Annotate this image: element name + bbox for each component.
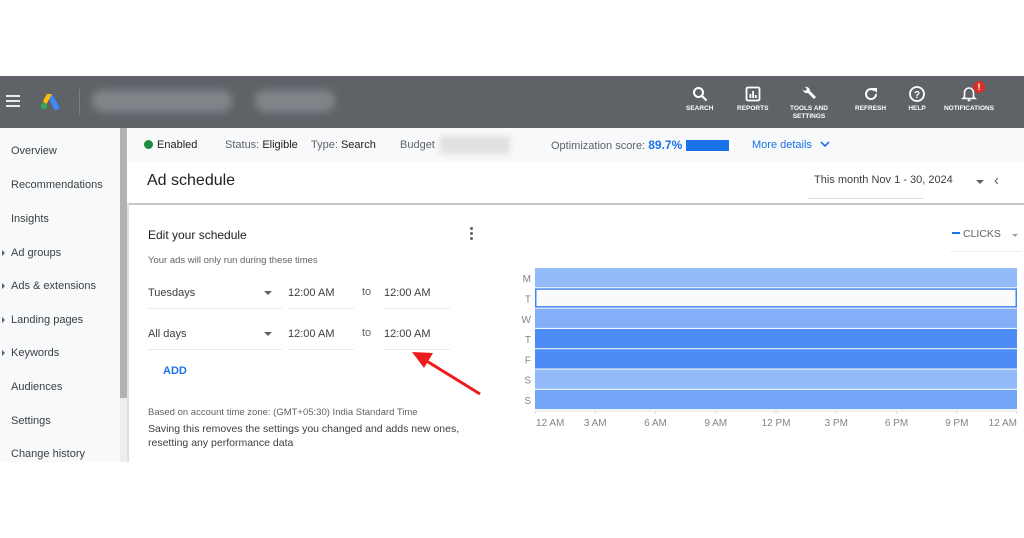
heatmap-row-label: S: [524, 376, 531, 387]
series-color-swatch: [952, 232, 960, 234]
save-warning: Saving this removes the settings you cha…: [148, 423, 460, 449]
more-options-kebab-icon[interactable]: [470, 227, 474, 242]
heatmap-row-label: M: [523, 274, 531, 285]
end-time-2[interactable]: 12:00 AM: [384, 325, 450, 350]
start-time-2[interactable]: 12:00 AM: [288, 325, 354, 350]
end-time-value: 12:00 AM: [384, 287, 431, 299]
dropdown-arrow-icon: [264, 291, 272, 295]
heatmap-row-cell[interactable]: [535, 369, 1017, 389]
heatmap-row-cell[interactable]: [535, 328, 1017, 349]
to-label: to: [362, 327, 372, 339]
start-time-value: 12:00 AM: [288, 287, 335, 299]
edit-schedule-title: Edit your schedule: [148, 228, 247, 242]
heatmap-row-cell[interactable]: [535, 389, 1017, 410]
metric-label: CLICKS: [963, 228, 1001, 240]
heatmap-row-label: W: [522, 315, 532, 326]
x-axis-tick-label: 3 PM: [825, 418, 848, 429]
day-select-2[interactable]: All days: [148, 325, 282, 350]
heatmap-row-label: F: [525, 355, 531, 366]
heatmap-row-label: S: [524, 396, 531, 407]
heatmap-row-label: T: [525, 294, 531, 305]
x-axis-tick-label: 12 AM: [989, 418, 1017, 429]
x-axis-tick-label: 6 PM: [885, 418, 908, 429]
start-time-value: 12:00 AM: [288, 328, 335, 340]
heatmap-row-label: T: [525, 335, 531, 346]
x-axis-tick-label: 6 AM: [644, 418, 667, 429]
end-time-1[interactable]: 12:00 AM: [384, 284, 450, 309]
timezone-note: Based on account time zone: (GMT+05:30) …: [148, 407, 418, 418]
metric-dropdown-arrow-icon[interactable]: [1012, 234, 1018, 237]
heatmap-row-cell[interactable]: [535, 349, 1017, 369]
day-select-1[interactable]: Tuesdays: [148, 284, 282, 309]
metric-selector[interactable]: CLICKS: [952, 228, 1001, 240]
end-time-value: 12:00 AM: [384, 328, 431, 340]
metric-underline: [950, 251, 1022, 252]
x-axis-tick-label: 12 PM: [762, 418, 791, 429]
day-select-value: Tuesdays: [148, 287, 196, 299]
heatmap-row-cell[interactable]: [535, 308, 1017, 328]
x-axis-tick-label: 12 AM: [536, 418, 564, 429]
heatmap-row-cell[interactable]: [535, 288, 1017, 308]
to-label: to: [362, 286, 372, 298]
x-axis-tick-label: 3 AM: [584, 418, 607, 429]
x-axis-tick-label: 9 PM: [945, 418, 968, 429]
start-time-1[interactable]: 12:00 AM: [288, 284, 354, 309]
add-schedule-button[interactable]: ADD: [163, 365, 187, 377]
schedule-heatmap: MTWTFSS12 AM 3 AM 6 AM 9 AM 12 PM 3 PM 6 PM 9 P…: [522, 268, 1018, 429]
dropdown-arrow-icon: [264, 332, 272, 336]
heatmap-row-cell[interactable]: [535, 268, 1017, 288]
edit-schedule-subtitle: Your ads will only run during these time…: [148, 255, 318, 266]
day-select-value: All days: [148, 328, 187, 340]
x-axis-tick-label: 9 AM: [704, 418, 727, 429]
